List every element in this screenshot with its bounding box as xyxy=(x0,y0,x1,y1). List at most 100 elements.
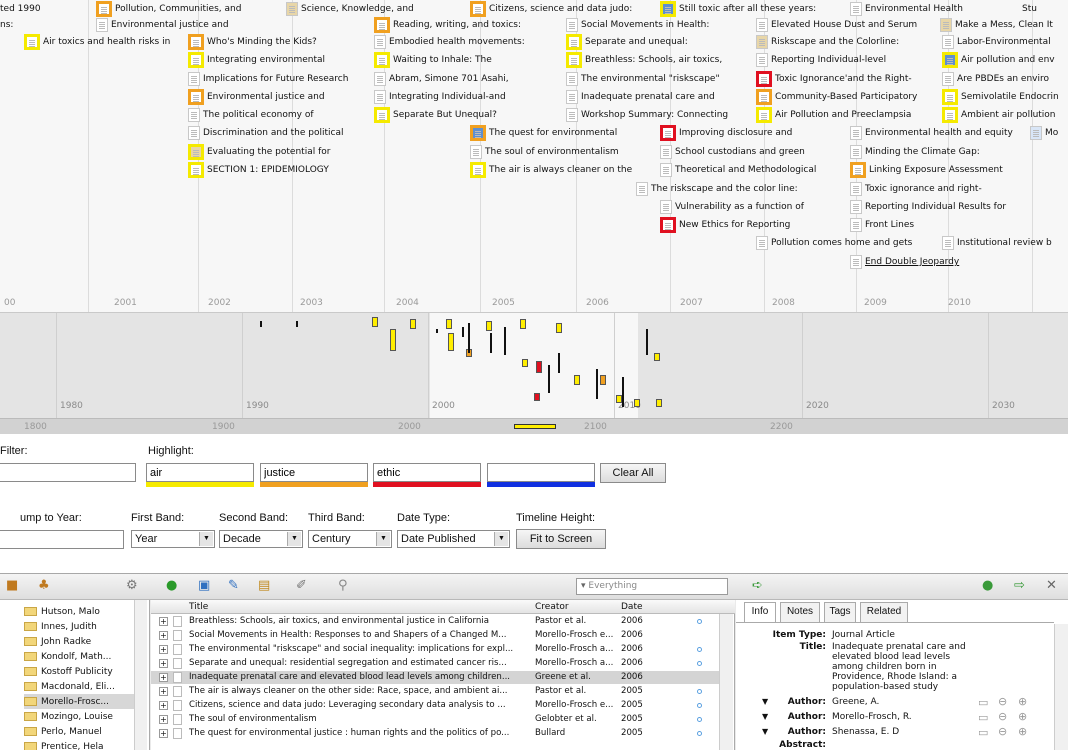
clear-all-button[interactable]: Clear All xyxy=(600,463,666,483)
add-by-identifier-icon[interactable]: ▣ xyxy=(198,579,210,593)
overview-event-mark[interactable] xyxy=(536,361,542,373)
overview-event-mark[interactable] xyxy=(596,369,598,399)
timeline-event[interactable]: Institutional review b xyxy=(942,235,1052,251)
timeline-event[interactable]: Linking Exposure Assessment xyxy=(850,162,1003,178)
attachment-status-icon[interactable] xyxy=(697,647,702,652)
timeline-event[interactable]: Labor-Environmental xyxy=(942,34,1051,50)
filter-input[interactable] xyxy=(0,463,136,482)
timeline-event[interactable]: Embodied health movements: xyxy=(374,34,525,50)
highlight-input-4[interactable] xyxy=(487,463,595,482)
timeline-event[interactable]: The political economy of xyxy=(188,107,314,123)
overview-event-mark[interactable] xyxy=(390,329,396,351)
attachment-status-icon[interactable] xyxy=(697,619,702,624)
collections-scrollbar[interactable] xyxy=(134,600,147,750)
remove-author-icon[interactable]: ⊖ xyxy=(998,710,1007,723)
collection-item[interactable]: Kostoff Publicity xyxy=(24,664,113,679)
attachment-status-icon[interactable] xyxy=(697,661,702,666)
timeline-event[interactable]: Front Lines xyxy=(850,217,914,233)
overview-event-mark[interactable] xyxy=(446,319,452,329)
table-row[interactable]: + The air is always cleaner on the other … xyxy=(151,685,719,698)
attach-link-icon[interactable]: ✎ xyxy=(228,579,239,593)
highlight-input-1[interactable] xyxy=(146,463,254,482)
timeline-event[interactable]: Toxic Ignorance'and the Right- xyxy=(756,71,912,87)
expand-icon[interactable]: + xyxy=(159,659,168,668)
timeline-event[interactable]: Vulnerability as a function of xyxy=(660,199,804,215)
overview-event-mark[interactable] xyxy=(372,317,378,327)
overview-event-mark[interactable] xyxy=(490,333,492,353)
collection-item[interactable]: Innes, Judith xyxy=(24,619,97,634)
timeline-event[interactable]: Inadequate prenatal care and xyxy=(566,89,715,105)
collection-item[interactable]: Perlo, Manuel xyxy=(24,724,102,739)
actions-gear-icon[interactable]: ⚙ xyxy=(126,579,138,593)
tab-notes[interactable]: Notes xyxy=(780,602,820,622)
overview-event-mark[interactable] xyxy=(556,323,562,333)
overview-event-mark[interactable] xyxy=(646,329,648,355)
fullscreen-icon[interactable]: ⇨ xyxy=(1014,579,1025,593)
overview-event-mark[interactable] xyxy=(622,377,624,407)
table-row[interactable]: + Citizens, science and data judo: Levera… xyxy=(151,699,719,712)
tab-info[interactable]: Info xyxy=(744,602,776,622)
table-row[interactable]: + The soul of environmentalism Gelobter et… xyxy=(151,713,719,726)
timeline-event[interactable]: Breathless: Schools, air toxics, xyxy=(566,52,722,68)
search-icon[interactable]: ⚲ xyxy=(338,579,348,593)
attachment-status-icon[interactable] xyxy=(697,731,702,736)
timeline-event[interactable]: Stu xyxy=(1022,1,1037,17)
author-name[interactable]: Morello-Frosch, R. xyxy=(832,712,982,722)
close-icon[interactable]: ✕ xyxy=(1046,579,1057,593)
new-item-icon[interactable]: ● xyxy=(166,579,177,593)
timeline-event[interactable]: Pollution, Communities, and xyxy=(96,1,241,17)
timeline-event[interactable]: Air Pollution and Preeclampsia xyxy=(756,107,911,123)
overview-event-mark[interactable] xyxy=(468,323,470,353)
timeline-event[interactable]: Reading, writing, and toxics: xyxy=(374,17,521,33)
overview-event-mark[interactable] xyxy=(260,321,262,327)
timeline-event[interactable]: Discrimination and the political xyxy=(188,125,344,141)
table-row[interactable]: + Social Movements in Health: Responses t… xyxy=(151,629,719,642)
jump-to-year-input[interactable] xyxy=(0,530,124,549)
attachment-status-icon[interactable] xyxy=(697,717,702,722)
new-note-icon[interactable]: ▤ xyxy=(258,579,270,593)
timeline-event[interactable]: Abram, Simone 701 Asahi, xyxy=(374,71,509,87)
timeline-event[interactable]: Separate But Unequal? xyxy=(374,107,497,123)
swap-name-icon[interactable]: ▭ xyxy=(978,726,988,739)
overview-event-mark[interactable] xyxy=(448,333,454,351)
overview-event-mark[interactable] xyxy=(486,321,492,331)
expand-icon[interactable]: + xyxy=(159,715,168,724)
collections-pane[interactable]: Hutson, Malo Innes, Judith John Radke Kondo… xyxy=(0,600,150,750)
add-author-icon[interactable]: ⊕ xyxy=(1018,710,1027,723)
tab-related[interactable]: Related xyxy=(860,602,908,622)
creator-column-header[interactable]: Creator xyxy=(535,602,569,612)
add-author-icon[interactable]: ⊕ xyxy=(1018,695,1027,708)
overview-event-mark[interactable] xyxy=(520,319,526,329)
timeline-event[interactable]: Pollution comes home and gets xyxy=(756,235,912,251)
title-value[interactable]: Inadequate prenatal care and elevated bl… xyxy=(832,642,982,692)
first-band-select[interactable]: Year ▼ xyxy=(131,530,215,548)
timeline-event[interactable]: Minding the Climate Gap: xyxy=(850,144,980,160)
add-author-icon[interactable]: ⊕ xyxy=(1018,725,1027,738)
timeline-event[interactable]: Are PBDEs an enviro xyxy=(942,71,1049,87)
expand-icon[interactable]: + xyxy=(159,631,168,640)
timeline-event[interactable]: New Ethics for Reporting xyxy=(660,217,790,233)
date-column-header[interactable]: Date xyxy=(621,602,643,612)
highlight-input-3[interactable] xyxy=(373,463,481,482)
info-scrollbar[interactable] xyxy=(1054,624,1068,750)
timeline-event[interactable]: Elevated House Dust and Serum xyxy=(756,17,917,33)
timeline-event[interactable]: Integrating environmental xyxy=(188,52,325,68)
timeline-event[interactable]: Reporting Individual-level xyxy=(756,52,886,68)
attachment-icon[interactable]: ✐ xyxy=(296,579,307,593)
table-row[interactable]: + Separate and unequal: residential segre… xyxy=(151,657,719,670)
overview-event-mark[interactable] xyxy=(296,321,298,327)
overview-event-mark[interactable] xyxy=(436,329,438,333)
overview-event-mark[interactable] xyxy=(504,327,506,355)
timeline-event[interactable]: Citizens, science and data judo: xyxy=(470,1,632,17)
timeline-event[interactable]: Implications for Future Research xyxy=(188,71,348,87)
second-band-select[interactable]: Decade ▼ xyxy=(219,530,303,548)
collection-item[interactable]: Kondolf, Math... xyxy=(24,649,111,664)
timeline-event[interactable]: Riskscape and the Colorline: xyxy=(756,34,899,50)
timeline-century-band[interactable]: 1800 1900 2000 2100 2200 xyxy=(0,418,1068,434)
title-column-header[interactable]: Title xyxy=(189,602,208,612)
expand-icon[interactable]: + xyxy=(159,701,168,710)
timeline-event[interactable]: ns: xyxy=(0,17,13,33)
timeline-event[interactable]: Toxic ignorance and right- xyxy=(850,181,982,197)
table-row[interactable]: + The quest for environmental justice : h… xyxy=(151,727,719,740)
timeline-event[interactable]: Integrating Individual-and xyxy=(374,89,506,105)
